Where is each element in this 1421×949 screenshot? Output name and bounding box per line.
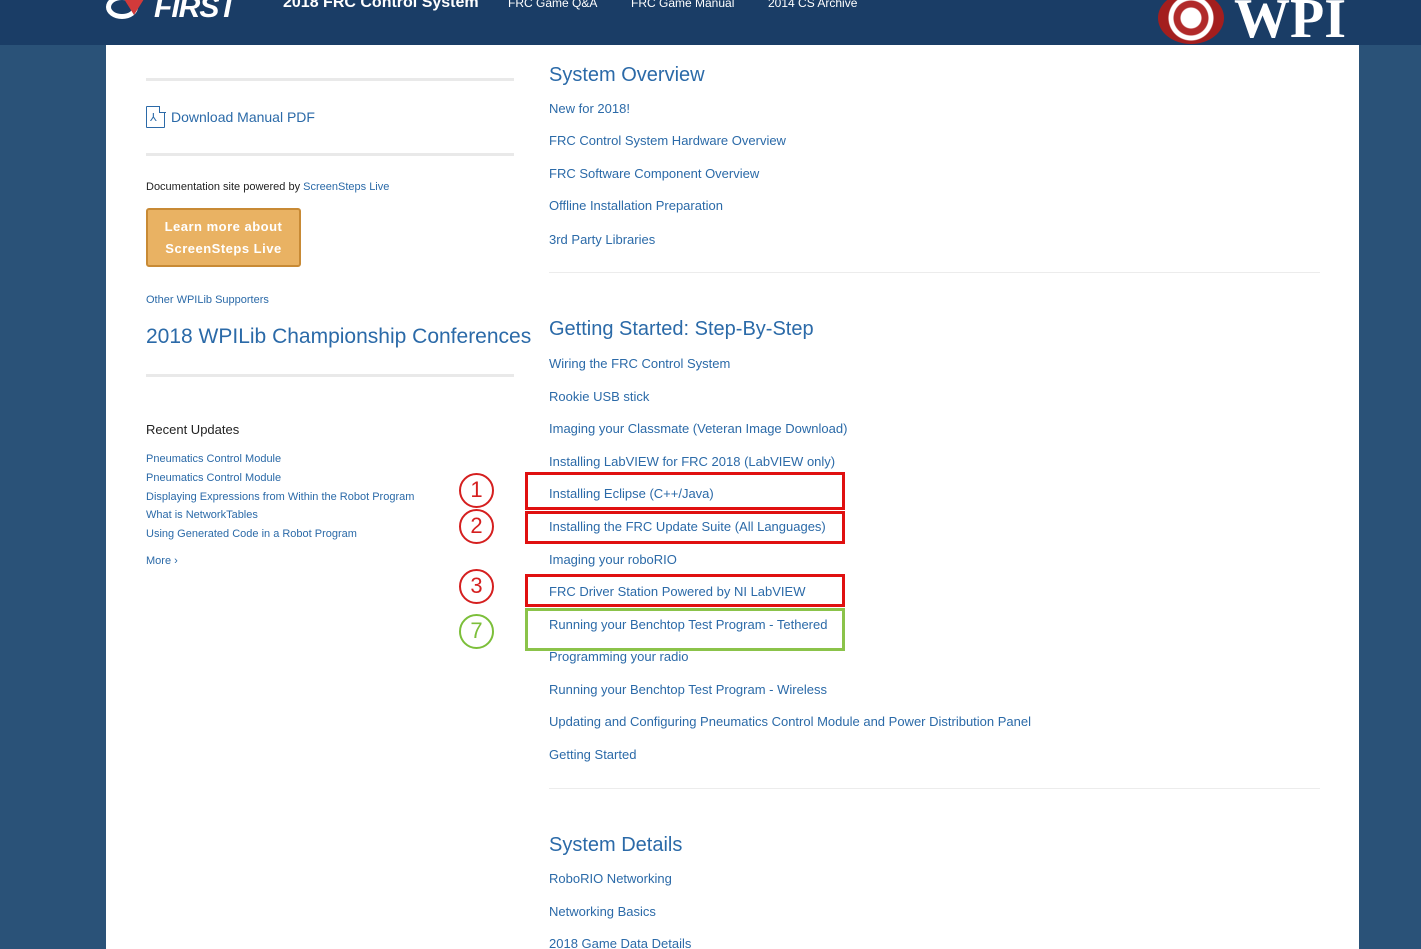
article-link[interactable]: Installing LabVIEW for FRC 2018 (LabVIEW… (549, 454, 835, 469)
recent-update-item[interactable]: Using Generated Code in a Robot Program (146, 526, 414, 545)
first-logo[interactable]: FIRST (104, 0, 237, 24)
section-title-getting-started[interactable]: Getting Started: Step-By-Step (549, 318, 814, 341)
highlight-box-7 (525, 608, 845, 651)
article-link[interactable]: Imaging your Classmate (Veteran Image Do… (549, 421, 847, 436)
screensteps-link[interactable]: ScreenSteps Live (303, 181, 389, 193)
sidebar-divider (146, 153, 514, 156)
step-badge-3: 3 (459, 569, 494, 604)
recent-update-item[interactable]: Pneumatics Control Module (146, 470, 414, 489)
article-link[interactable]: Rookie USB stick (549, 389, 649, 404)
more-updates-link[interactable]: More › (146, 555, 178, 567)
wpi-wordmark: WPI (1234, 0, 1346, 50)
nav-cs-archive[interactable]: 2014 CS Archive (768, 0, 857, 10)
step-badge-1: 1 (459, 473, 494, 508)
article-link[interactable]: RoboRIO Networking (549, 871, 672, 886)
championship-conferences-link[interactable]: 2018 WPILib Championship Conferences (146, 325, 531, 349)
brand-name: FIRST (154, 0, 237, 24)
nav-game-manual[interactable]: FRC Game Manual (631, 0, 734, 10)
site-title[interactable]: 2018 FRC Control System (283, 0, 479, 12)
recent-updates-list: Pneumatics Control Module Pneumatics Con… (146, 451, 414, 545)
highlight-box-2 (525, 511, 845, 544)
section-divider (549, 788, 1320, 789)
download-manual-link[interactable]: ⅄ Download Manual PDF (146, 105, 315, 128)
highlight-box-1 (525, 472, 845, 510)
article-link[interactable]: 3rd Party Libraries (549, 232, 655, 247)
step-badge-2: 2 (459, 509, 494, 544)
wpi-logo[interactable]: WPI (1158, 0, 1346, 50)
article-link[interactable]: Running your Benchtop Test Program - Wir… (549, 682, 827, 697)
article-link[interactable]: Offline Installation Preparation (549, 198, 723, 213)
article-link[interactable]: Programming your radio (549, 649, 688, 664)
article-link[interactable]: Networking Basics (549, 904, 656, 919)
article-link[interactable]: Getting Started (549, 747, 636, 762)
powered-by-text: Documentation site powered by ScreenStep… (146, 181, 389, 193)
pdf-icon: ⅄ (146, 105, 166, 128)
section-title-system-details[interactable]: System Details (549, 834, 682, 857)
recent-update-item[interactable]: Pneumatics Control Module (146, 451, 414, 470)
sidebar-divider (146, 78, 514, 81)
section-divider (549, 272, 1320, 273)
article-link[interactable]: FRC Software Component Overview (549, 166, 759, 181)
highlight-box-3 (525, 574, 845, 607)
article-link[interactable]: Wiring the FRC Control System (549, 356, 730, 371)
learn-button-line-2: ScreenSteps Live (165, 241, 282, 256)
nav-game-qa[interactable]: FRC Game Q&A (508, 0, 597, 10)
article-link[interactable]: 2018 Game Data Details (549, 936, 691, 949)
chevron-right-icon: › (174, 555, 178, 567)
top-navbar: FIRST 2018 FRC Control System FRC Game Q… (0, 0, 1421, 50)
wpi-seal-icon (1158, 0, 1224, 44)
article-link[interactable]: Updating and Configuring Pneumatics Cont… (549, 714, 1031, 729)
recent-update-item[interactable]: What is NetworkTables (146, 507, 414, 526)
article-link[interactable]: New for 2018! (549, 101, 630, 116)
page-content: ⅄ Download Manual PDF Documentation site… (106, 45, 1359, 949)
recent-updates-heading: Recent Updates (146, 422, 240, 437)
learn-screensteps-button[interactable]: Learn more about ScreenSteps Live (146, 208, 301, 267)
section-title-system-overview[interactable]: System Overview (549, 64, 705, 87)
wpilib-supporters-link[interactable]: Other WPILib Supporters (146, 294, 269, 306)
recent-update-item[interactable]: Displaying Expressions from Within the R… (146, 489, 414, 508)
article-link[interactable]: Imaging your roboRIO (549, 552, 677, 567)
learn-button-line-1: Learn more about (164, 219, 283, 234)
first-logo-icon (104, 0, 166, 21)
download-manual-label: Download Manual PDF (171, 109, 315, 125)
step-badge-7: 7 (459, 614, 494, 649)
more-label: More (146, 555, 172, 567)
article-link[interactable]: FRC Control System Hardware Overview (549, 133, 786, 148)
powered-by-prefix: Documentation site powered by (146, 181, 304, 193)
sidebar-divider (146, 374, 514, 377)
